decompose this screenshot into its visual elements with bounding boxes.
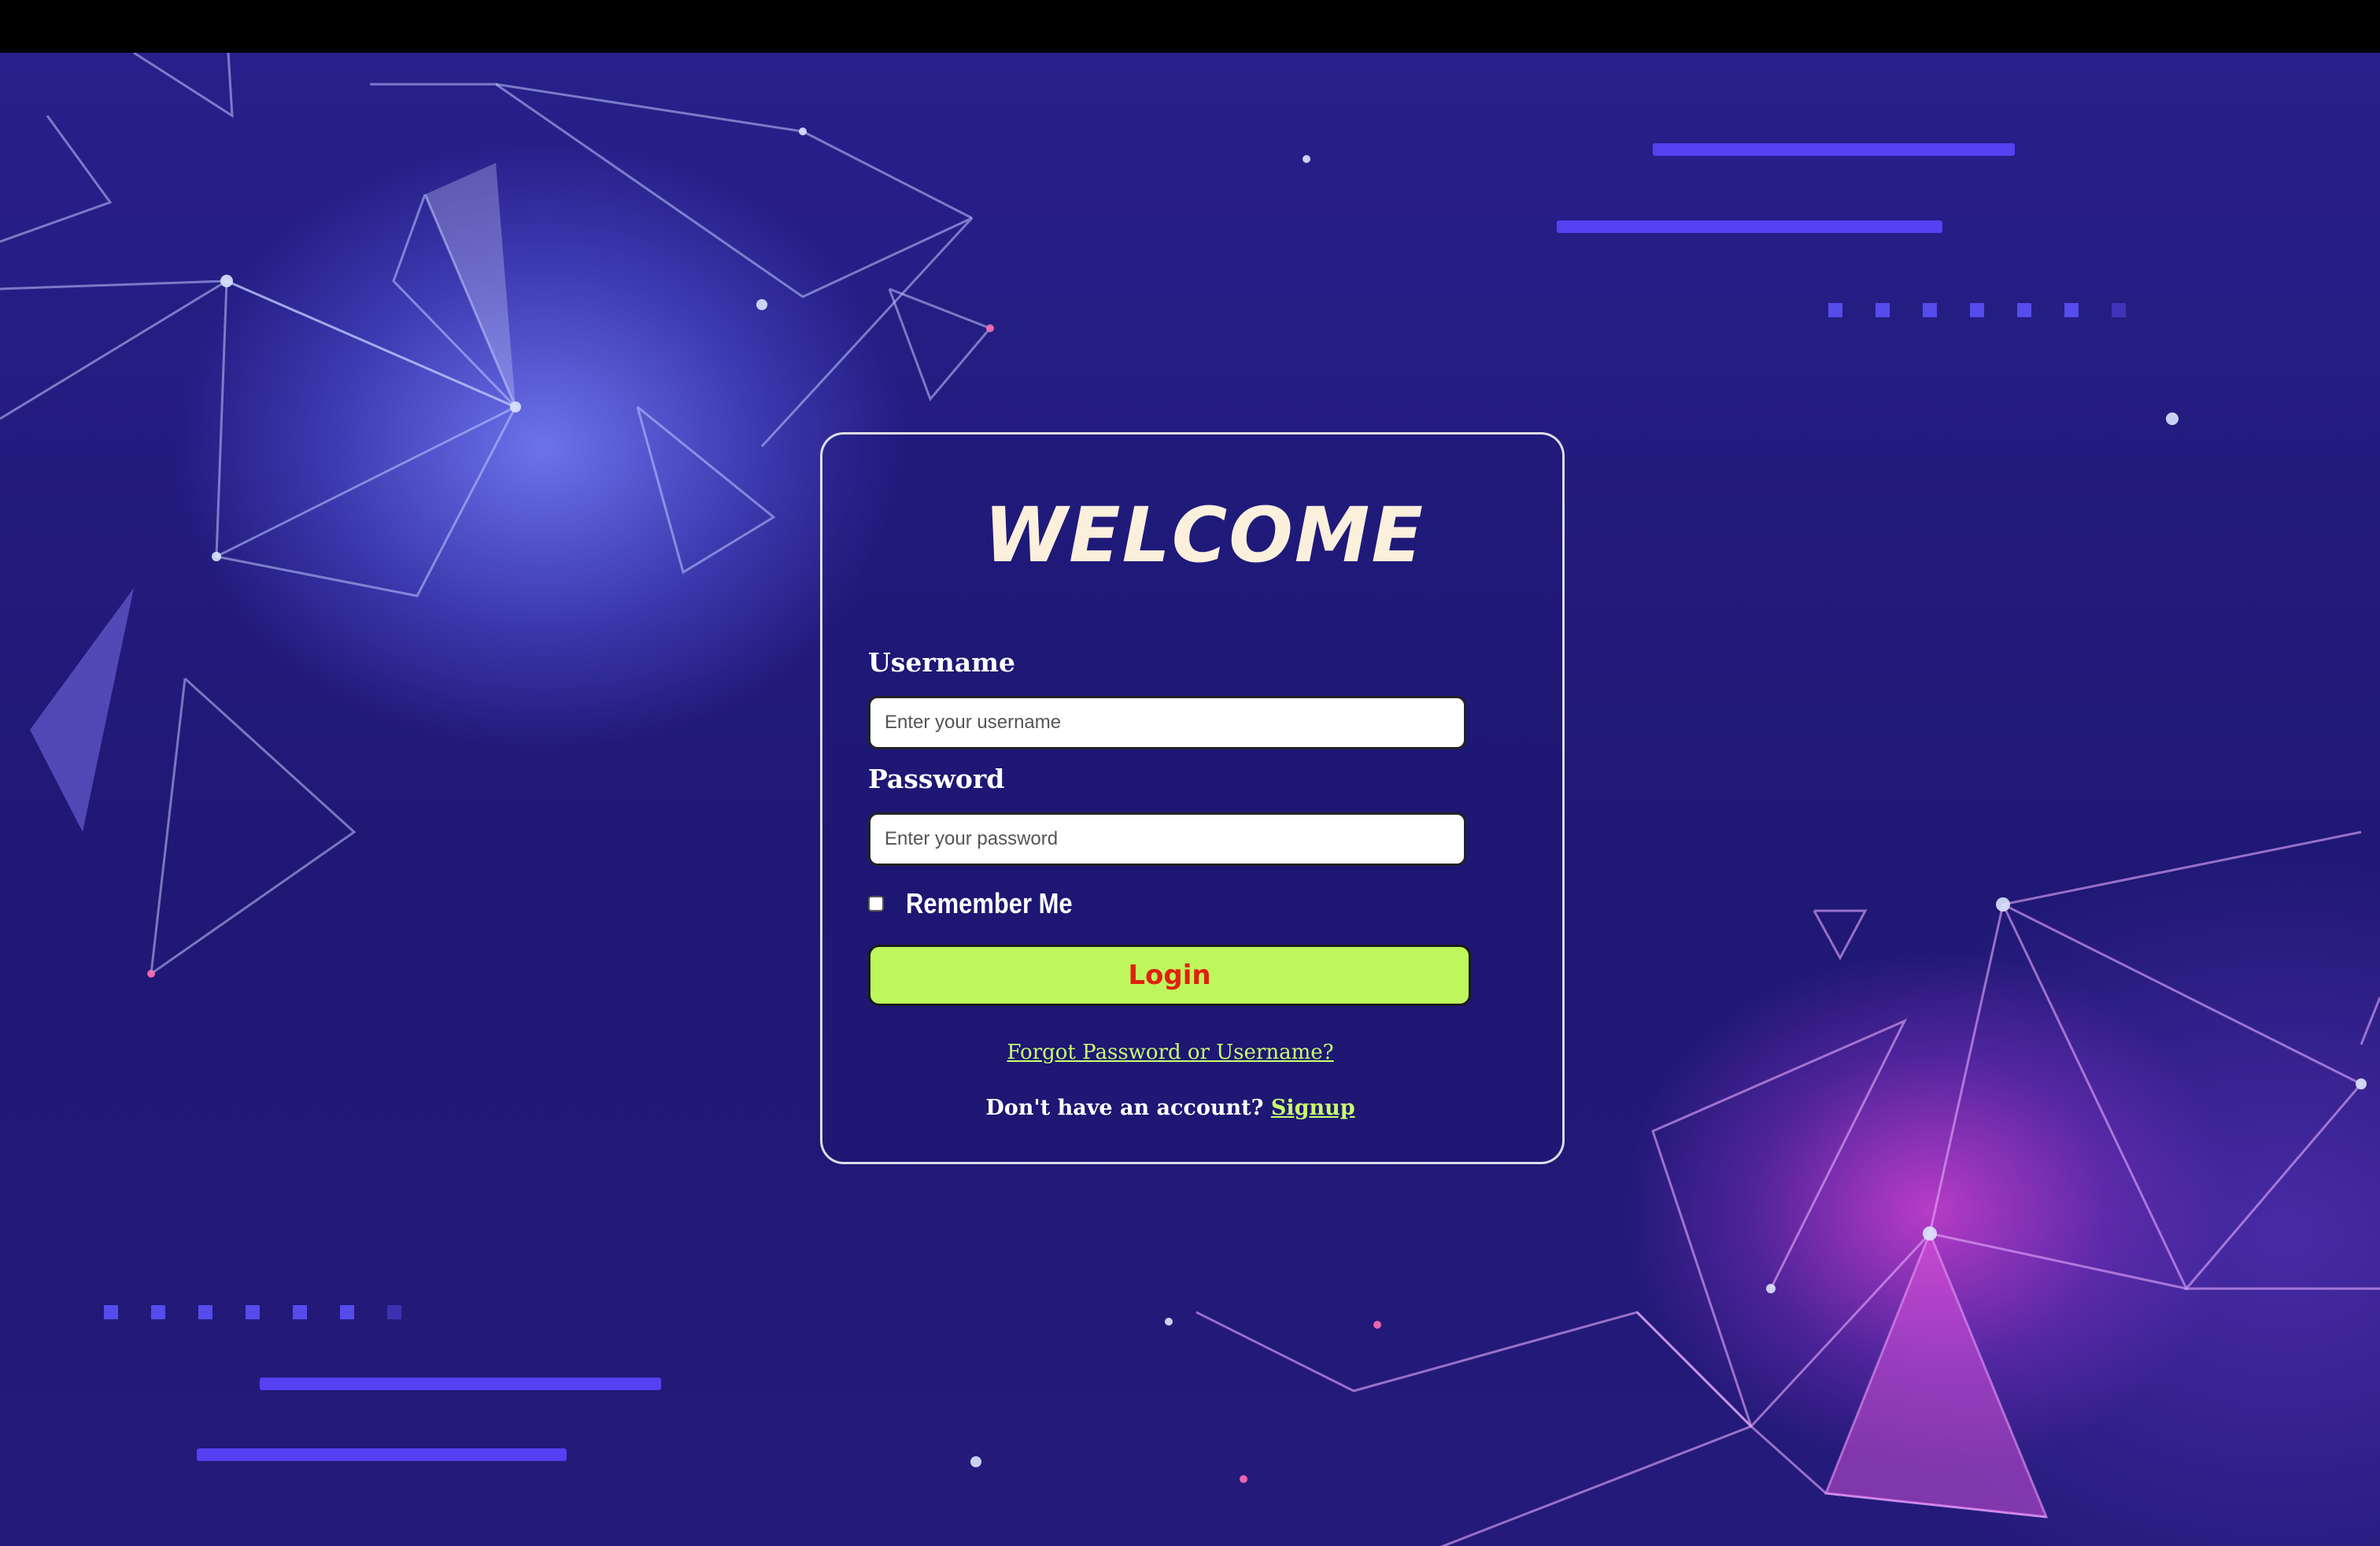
username-input[interactable] [868, 696, 1466, 749]
remember-me-row: Remember Me [868, 885, 1099, 923]
remember-me-label: Remember Me [906, 887, 1073, 919]
password-label: Password [868, 764, 1005, 794]
username-label: Username [868, 647, 1016, 678]
welcome-title: WELCOME [984, 491, 1425, 579]
remember-me-checkbox[interactable] [868, 896, 884, 912]
login-button[interactable]: Login [868, 945, 1471, 1006]
top-black-bar [0, 0, 2380, 53]
background-stage: WELCOME Username Password Remember Me Lo… [0, 53, 2380, 1546]
password-input[interactable] [868, 812, 1466, 866]
signup-prompt: Don't have an account? [985, 1096, 1264, 1120]
signup-row: Don't have an account? Signup [822, 1096, 1518, 1120]
forgot-password-link[interactable]: Forgot Password or Username? [822, 1041, 1518, 1064]
login-card: WELCOME Username Password Remember Me Lo… [820, 432, 1565, 1164]
signup-link[interactable]: Signup [1271, 1096, 1355, 1120]
